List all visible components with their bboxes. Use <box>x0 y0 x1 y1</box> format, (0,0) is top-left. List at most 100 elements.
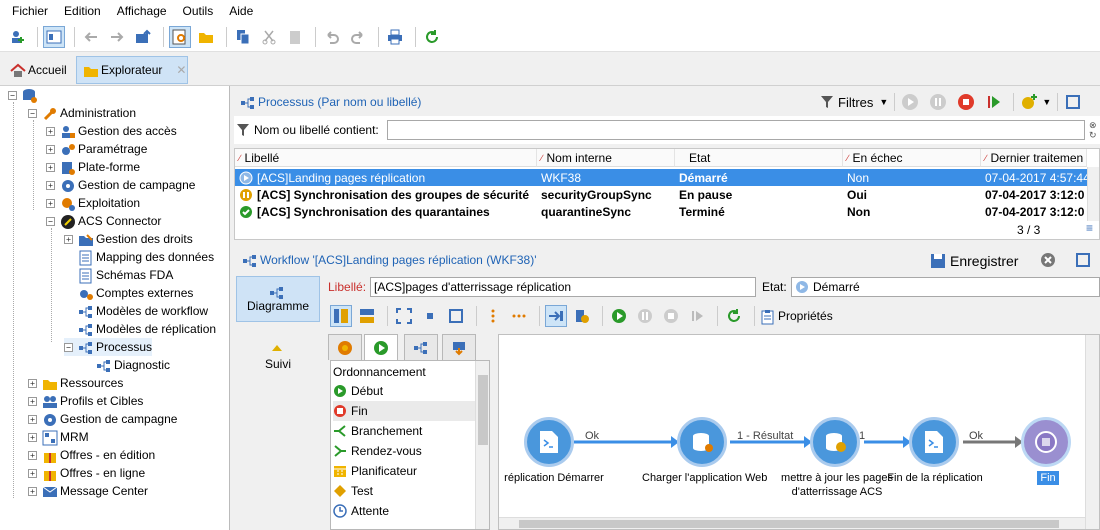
start-icon[interactable] <box>901 93 919 111</box>
properties-button[interactable]: Propriétés <box>760 309 833 325</box>
open-folder-icon[interactable] <box>195 26 217 48</box>
tree-item-platform[interactable]: + Plate-forme <box>46 158 140 176</box>
tree-item-campaign[interactable]: + Gestion de campagne <box>28 410 177 428</box>
palette-tab-events[interactable] <box>442 334 476 360</box>
tree-item-campaign-admin[interactable]: + Gestion de campagne <box>46 176 195 194</box>
maximize-icon[interactable] <box>1074 251 1092 269</box>
copy-icon[interactable] <box>232 26 254 48</box>
state-select[interactable]: Démarré <box>791 277 1100 297</box>
zoom-reset-icon[interactable] <box>419 305 441 327</box>
tree-item-fda-schemas[interactable]: Schémas FDA <box>78 266 173 284</box>
tree-item-diagnostic[interactable]: Diagnostic <box>96 356 170 374</box>
workflow-node-load-webapp[interactable] <box>677 417 727 467</box>
refresh-icon[interactable] <box>723 305 745 327</box>
start-icon[interactable] <box>608 305 630 327</box>
activity-start[interactable]: Début <box>333 381 473 401</box>
diagram-tab[interactable]: Diagramme <box>236 276 320 322</box>
name-filter-input[interactable] <box>387 120 1085 140</box>
activity-test[interactable]: Test <box>333 481 473 501</box>
menu-edit[interactable]: Edition <box>56 4 109 18</box>
filters-button[interactable]: Filtres <box>838 95 873 110</box>
zoom-fit-icon[interactable] <box>445 305 467 327</box>
flow-icon[interactable] <box>545 305 567 327</box>
stop-icon[interactable] <box>957 93 975 111</box>
tree-item-rights[interactable]: + Gestion des droits <box>64 230 193 248</box>
workflow-node-update-landing-pages[interactable] <box>810 417 860 467</box>
palette-scrollbar[interactable] <box>475 361 489 529</box>
label-field[interactable] <box>370 277 756 297</box>
activity-and-join[interactable]: Rendez-vous <box>333 441 473 461</box>
workflow-node-end[interactable] <box>1021 417 1071 467</box>
tree-item-administration[interactable]: − Administration <box>28 104 136 122</box>
table-row[interactable]: [ACS] Synchronisation des quarantaines q… <box>235 203 1087 220</box>
activity-fork[interactable]: Branchement <box>333 421 473 441</box>
tree-item-acs-connector[interactable]: − ACS Connector <box>46 212 161 230</box>
explorer-view-icon[interactable] <box>43 25 65 48</box>
palette-tab-targeting[interactable] <box>328 334 362 360</box>
workflow-canvas[interactable]: Ok 1 - Résultat 1 Ok réplication Démarre… <box>498 334 1100 530</box>
activity-wait[interactable]: Attente <box>333 501 473 521</box>
palette-tab-flow-control[interactable] <box>364 334 398 361</box>
tree-item-message-center[interactable]: + Message Center <box>28 482 148 500</box>
grid-scrollbar[interactable] <box>1087 167 1099 221</box>
table-row[interactable]: [ACS] Synchronisation des groupes de séc… <box>235 186 1087 203</box>
step-icon[interactable] <box>686 305 708 327</box>
stop-icon[interactable] <box>660 305 682 327</box>
forward-icon[interactable] <box>106 26 128 48</box>
close-icon[interactable] <box>1040 252 1056 268</box>
col-last[interactable]: ∕ Dernier traitemen <box>981 149 1087 167</box>
refresh-icon[interactable] <box>421 26 443 48</box>
pause-icon[interactable] <box>929 93 947 111</box>
gear-plus-icon[interactable] <box>1020 93 1038 111</box>
menu-tools[interactable]: Outils <box>175 4 222 18</box>
tree-item-processes[interactable]: − Processus <box>64 338 153 356</box>
paste-icon[interactable] <box>284 26 306 48</box>
filter-clear-icon[interactable]: ⊗ ↻ <box>1089 120 1097 140</box>
undo-icon[interactable] <box>321 26 343 48</box>
print-icon[interactable] <box>384 26 406 48</box>
grid-menu-icon[interactable]: ≡ <box>1086 221 1093 235</box>
gear-dropdown-icon[interactable]: ▼ <box>1042 97 1051 107</box>
horizontal-dots-icon[interactable] <box>508 305 530 327</box>
workflow-node-start-replication[interactable] <box>524 417 574 467</box>
col-name[interactable]: ∕ Nom interne <box>537 149 675 167</box>
tree-item-resources[interactable]: + Ressources <box>28 374 123 392</box>
folder-up-icon[interactable] <box>132 26 154 48</box>
menu-view[interactable]: Affichage <box>109 4 175 18</box>
canvas-horizontal-scrollbar[interactable] <box>499 517 1085 529</box>
col-label[interactable]: ∕ Libellé <box>235 149 537 167</box>
activity-end[interactable]: Fin <box>333 401 477 421</box>
fit-icon[interactable] <box>393 305 415 327</box>
tree-root[interactable]: − <box>8 86 40 104</box>
step-forward-icon[interactable] <box>985 93 1003 111</box>
tree-item-settings[interactable]: + Paramétrage <box>46 140 147 158</box>
palette-tab-actions[interactable] <box>404 334 438 360</box>
user-icon[interactable] <box>6 26 28 48</box>
tree-item-data-mapping[interactable]: Mapping des données <box>78 248 214 266</box>
tree-item-operation[interactable]: + Exploitation <box>46 194 140 212</box>
filters-dropdown-icon[interactable]: ▼ <box>879 97 888 107</box>
activity-warning-icon[interactable] <box>571 305 593 327</box>
vertical-dots-icon[interactable] <box>482 305 504 327</box>
workflow-node-end-replication[interactable] <box>909 417 959 467</box>
col-state[interactable]: Etat <box>675 149 843 167</box>
back-icon[interactable] <box>80 26 102 48</box>
activity-scheduler[interactable]: Planificateur <box>333 461 473 481</box>
menu-file[interactable]: Fichier <box>4 4 56 18</box>
close-tab-icon[interactable]: ✕ <box>176 63 186 77</box>
maximize-icon[interactable] <box>1064 93 1082 111</box>
pause-icon[interactable] <box>634 305 656 327</box>
tree-item-offers-online[interactable]: + Offres - en ligne <box>28 464 145 482</box>
vertical-layout-icon[interactable] <box>330 305 352 327</box>
tracking-tab[interactable]: Suivi <box>236 334 320 380</box>
table-row[interactable]: [ACS]Landing pages réplication WKF38 Dém… <box>235 169 1087 186</box>
tab-explorer[interactable]: Explorateur ✕ <box>76 56 188 84</box>
redo-icon[interactable] <box>347 26 369 48</box>
tree-item-profiles[interactable]: + Profils et Cibles <box>28 392 143 410</box>
canvas-vertical-scrollbar[interactable] <box>1085 335 1099 529</box>
tree-item-mrm[interactable]: + MRM <box>28 428 89 446</box>
tree-item-external-accounts[interactable]: Comptes externes <box>78 284 193 302</box>
tree-item-workflow-templates[interactable]: Modèles de workflow <box>78 302 208 320</box>
col-failed[interactable]: ∕ En échec <box>843 149 981 167</box>
tree-item-offers-edit[interactable]: + Offres - en édition <box>28 446 155 464</box>
